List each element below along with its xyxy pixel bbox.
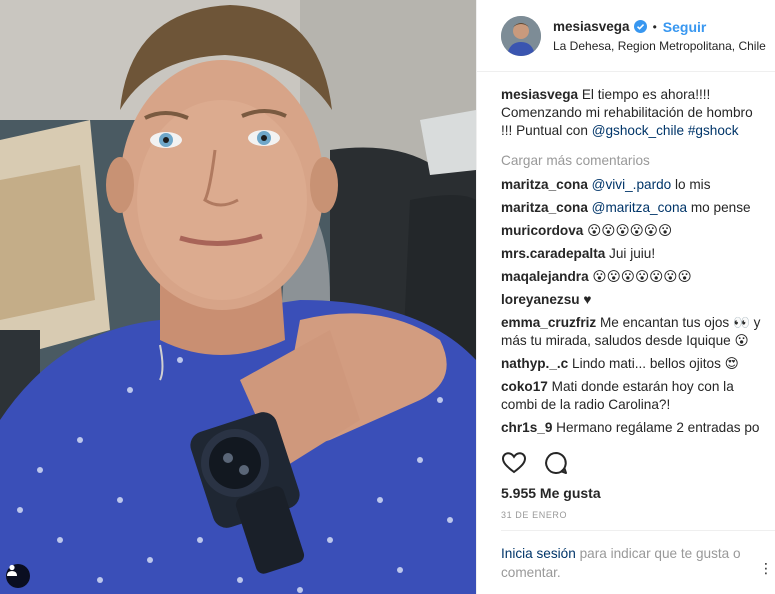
avatar-image [501,15,541,56]
comment-text: lo mis [671,177,711,192]
like-button[interactable] [501,450,527,476]
caption: mesiasvega El tiempo es ahora!!!! Comenz… [501,86,763,140]
comment-username[interactable]: muricordova [501,223,583,238]
comment-username[interactable]: maritza_cona [501,177,588,192]
comment-item: maritza_cona @maritza_cona mo pense [501,199,763,217]
location-link[interactable]: La Dehesa, Region Metropolitana, Chile [553,39,766,53]
comment-icon [545,452,567,474]
comment-item: nathyp._.c Lindo mati... bellos ojitos 😍 [501,355,763,373]
comment-text: Jui juiu! [605,246,656,261]
comment-username[interactable]: maqalejandra [501,269,589,284]
comment-item: maritza_cona @vivi_.pardo lo mis [501,176,763,194]
comment-item: coko17 Mati donde estarán hoy con la com… [501,378,763,414]
comment-username[interactable]: maritza_cona [501,200,588,215]
comment-list[interactable]: mesiasvega El tiempo es ahora!!!! Comenz… [501,86,763,442]
like-count[interactable]: 5.955 Me gusta [501,485,601,501]
login-link[interactable]: Inicia sesión [501,546,576,561]
comment-item: mrs.caradepalta Jui juiu! [501,245,763,263]
heart-icon [501,452,527,474]
divider [501,530,775,531]
follow-button[interactable]: Seguir [663,19,707,35]
comment-text: mo pense [687,200,751,215]
post-date: 31 DE ENERO [501,510,568,520]
verified-badge-icon [633,20,647,33]
comment-item: loreyanezsu ♥ [501,291,763,309]
comment-text: Hermano regálame 2 entradas po [552,420,760,435]
comment-username[interactable]: coko17 [501,379,548,394]
separator-dot: • [652,19,657,34]
user-tag-button[interactable] [6,564,30,588]
photo-illustration [0,0,476,594]
user-tag-icon [7,564,17,576]
post-photo[interactable] [0,0,476,594]
comment-button[interactable] [543,450,569,476]
comment-text: 😮😮😮😮😮😮 [583,223,673,238]
login-prompt: Inicia sesión para indicar que te gusta … [501,544,751,582]
post-side-panel: mesiasvega • Seguir La Dehesa, Region Me… [476,0,775,594]
comment-item: maqalejandra 😮😮😮😮😮😮😮 [501,268,763,286]
comment-username[interactable]: nathyp._.c [501,356,568,371]
comment-username[interactable]: chr1s_9 [501,420,552,435]
username[interactable]: mesiasvega [553,19,630,34]
avatar[interactable] [501,15,541,56]
caption-mention[interactable]: @gshock_chile [592,123,684,138]
comment-text: 😮😮😮😮😮😮😮 [588,269,692,284]
comment-mention[interactable]: @vivi_.pardo [592,177,672,192]
caption-username[interactable]: mesiasvega [501,87,578,102]
comment-mention[interactable]: @maritza_cona [592,200,687,215]
comment-text: ♥ [579,292,592,307]
action-bar [501,450,569,476]
instagram-post: mesiasvega • Seguir La Dehesa, Region Me… [0,0,775,594]
comment-item: emma_cruzfriz Me encantan tus ojos 👀 y m… [501,314,763,350]
comment-username[interactable]: emma_cruzfriz [501,315,596,330]
comment-username[interactable]: mrs.caradepalta [501,246,605,261]
post-header: mesiasvega • Seguir La Dehesa, Region Me… [477,0,775,72]
load-more-comments-button[interactable]: Cargar más comentarios [501,152,763,170]
comment-text: Lindo mati... bellos ojitos 😍 [568,356,739,371]
comment-item: chr1s_9 Hermano regálame 2 entradas po [501,419,763,437]
comment-item: muricordova 😮😮😮😮😮😮 [501,222,763,240]
more-options-icon[interactable]: ⋮ [759,560,773,577]
caption-hashtag[interactable]: #gshock [688,123,739,138]
comment-username[interactable]: loreyanezsu [501,292,580,307]
